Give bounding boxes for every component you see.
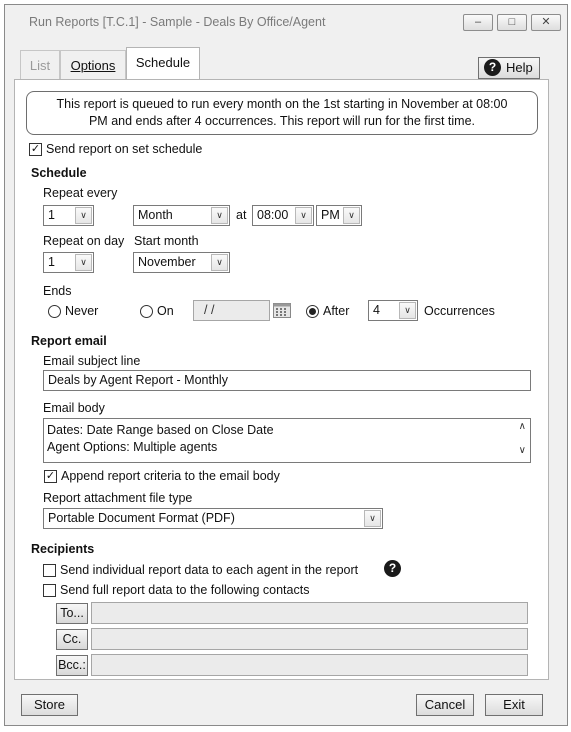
ampm-value: PM: [321, 208, 340, 222]
bcc-field[interactable]: [91, 654, 528, 676]
exit-button[interactable]: Exit: [485, 694, 543, 716]
close-icon: ✕: [541, 16, 551, 28]
repeat-unit-select[interactable]: Month ∨: [133, 205, 230, 226]
help-button[interactable]: ? Help: [478, 57, 540, 79]
restore-button[interactable]: □: [497, 14, 527, 31]
notice-line-2: PM and ends after 4 occurrences. This re…: [88, 114, 476, 128]
chevron-down-icon: ∨: [295, 207, 312, 224]
chevron-down-icon: ∨: [75, 207, 92, 224]
scroll-up-icon[interactable]: ∧: [519, 421, 526, 432]
to-button[interactable]: To...: [56, 603, 88, 624]
bcc-button[interactable]: Bcc.:: [56, 655, 88, 676]
chevron-down-icon: ∨: [343, 207, 360, 224]
help-label: Help: [506, 60, 533, 75]
after-occurrences-value: 4: [373, 303, 380, 317]
append-criteria-label: Append report criteria to the email body: [61, 469, 280, 483]
repeat-every-value: 1: [48, 208, 55, 222]
repeat-on-day-select[interactable]: 1 ∨: [43, 252, 94, 273]
start-month-value: November: [138, 255, 196, 269]
time-value: 08:00: [257, 208, 289, 222]
email-subject-label: Email subject line: [43, 354, 141, 368]
minimize-icon: –: [474, 16, 482, 28]
chevron-down-icon: ∨: [399, 302, 416, 319]
ends-after-radio[interactable]: [306, 305, 319, 318]
schedule-summary-notice: This report is queued to run every month…: [26, 91, 538, 135]
at-label: at: [236, 208, 247, 222]
send-full-checkbox[interactable]: [43, 584, 56, 597]
store-button[interactable]: Store: [21, 694, 78, 716]
cancel-button-label: Cancel: [424, 697, 466, 712]
minimize-button[interactable]: –: [463, 14, 493, 31]
email-body-line: Agent Options: Multiple agents: [47, 440, 218, 454]
attachment-type-select[interactable]: Portable Document Format (PDF) ∨: [43, 508, 383, 529]
chevron-down-icon: ∨: [75, 254, 92, 271]
occurrences-label: Occurrences: [424, 304, 495, 318]
tab-list[interactable]: List: [20, 50, 60, 80]
send-on-schedule-checkbox[interactable]: ✓: [29, 143, 42, 156]
after-occurrences-select[interactable]: 4 ∨: [368, 300, 418, 321]
send-individual-label: Send individual report data to each agen…: [60, 563, 359, 577]
title-bar[interactable]: Run Reports [T.C.1] - Sample - Deals By …: [5, 5, 567, 39]
email-body-label: Email body: [43, 401, 105, 415]
attachment-type-label: Report attachment file type: [43, 491, 193, 505]
notice-line-1: This report is queued to run every month…: [56, 97, 508, 111]
exit-button-label: Exit: [503, 697, 525, 712]
ends-label: Ends: [43, 284, 72, 298]
repeat-every-label: Repeat every: [43, 186, 118, 200]
tab-options-label: Options: [70, 58, 116, 73]
send-on-schedule-label: Send report on set schedule: [46, 142, 203, 156]
question-circle-icon[interactable]: ?: [384, 560, 401, 577]
start-month-select[interactable]: November ∨: [133, 252, 230, 273]
restore-icon: □: [508, 16, 516, 28]
report-email-heading: Report email: [31, 334, 107, 348]
email-subject-value: Deals by Agent Report - Monthly: [48, 373, 228, 387]
chevron-down-icon: ∨: [211, 207, 228, 224]
email-body-line: Dates: Date Range based on Close Date: [47, 423, 274, 437]
scroll-down-icon[interactable]: ∨: [519, 445, 526, 456]
ends-on-radio[interactable]: [140, 305, 153, 318]
ends-never-radio[interactable]: [48, 305, 61, 318]
attachment-type-value: Portable Document Format (PDF): [48, 511, 235, 525]
tab-list-label: List: [29, 58, 51, 73]
ends-on-date-value: / /: [204, 303, 215, 317]
recipients-heading: Recipients: [31, 542, 95, 556]
ends-never-label: Never: [65, 304, 99, 318]
to-button-label: To...: [60, 606, 84, 620]
cancel-button[interactable]: Cancel: [416, 694, 474, 716]
bcc-button-label: Bcc.:: [58, 658, 86, 672]
tab-schedule-label: Schedule: [135, 55, 191, 70]
ends-after-label: After: [323, 304, 350, 318]
cc-button[interactable]: Cc.: [56, 629, 88, 650]
store-button-label: Store: [33, 697, 66, 712]
time-select[interactable]: 08:00 ∨: [252, 205, 314, 226]
append-criteria-checkbox[interactable]: ✓: [44, 470, 57, 483]
calendar-icon[interactable]: [273, 303, 291, 318]
send-individual-checkbox[interactable]: [43, 564, 56, 577]
cc-field[interactable]: [91, 628, 528, 650]
send-full-label: Send full report data to the following c…: [60, 583, 310, 597]
repeat-on-day-value: 1: [48, 255, 55, 269]
ends-on-label: On: [157, 304, 174, 318]
repeat-every-select[interactable]: 1 ∨: [43, 205, 94, 226]
chevron-down-icon: ∨: [211, 254, 228, 271]
ends-on-date-field[interactable]: / /: [193, 300, 270, 321]
window-title: Run Reports [T.C.1] - Sample - Deals By …: [29, 15, 326, 29]
cc-button-label: Cc.: [62, 632, 82, 646]
email-subject-input[interactable]: Deals by Agent Report - Monthly: [43, 370, 531, 391]
question-circle-icon: ?: [484, 59, 501, 76]
start-month-label: Start month: [134, 234, 199, 248]
email-body-textarea[interactable]: Dates: Date Range based on Close Date Ag…: [43, 418, 531, 463]
tab-schedule[interactable]: Schedule: [126, 47, 200, 80]
ampm-select[interactable]: PM ∨: [316, 205, 362, 226]
tab-options[interactable]: Options: [60, 50, 126, 80]
to-field[interactable]: [91, 602, 528, 624]
schedule-heading: Schedule: [31, 166, 87, 180]
repeat-on-day-label: Repeat on day: [43, 234, 125, 248]
close-button[interactable]: ✕: [531, 14, 561, 31]
chevron-down-icon: ∨: [364, 510, 381, 527]
repeat-unit-value: Month: [138, 208, 173, 222]
